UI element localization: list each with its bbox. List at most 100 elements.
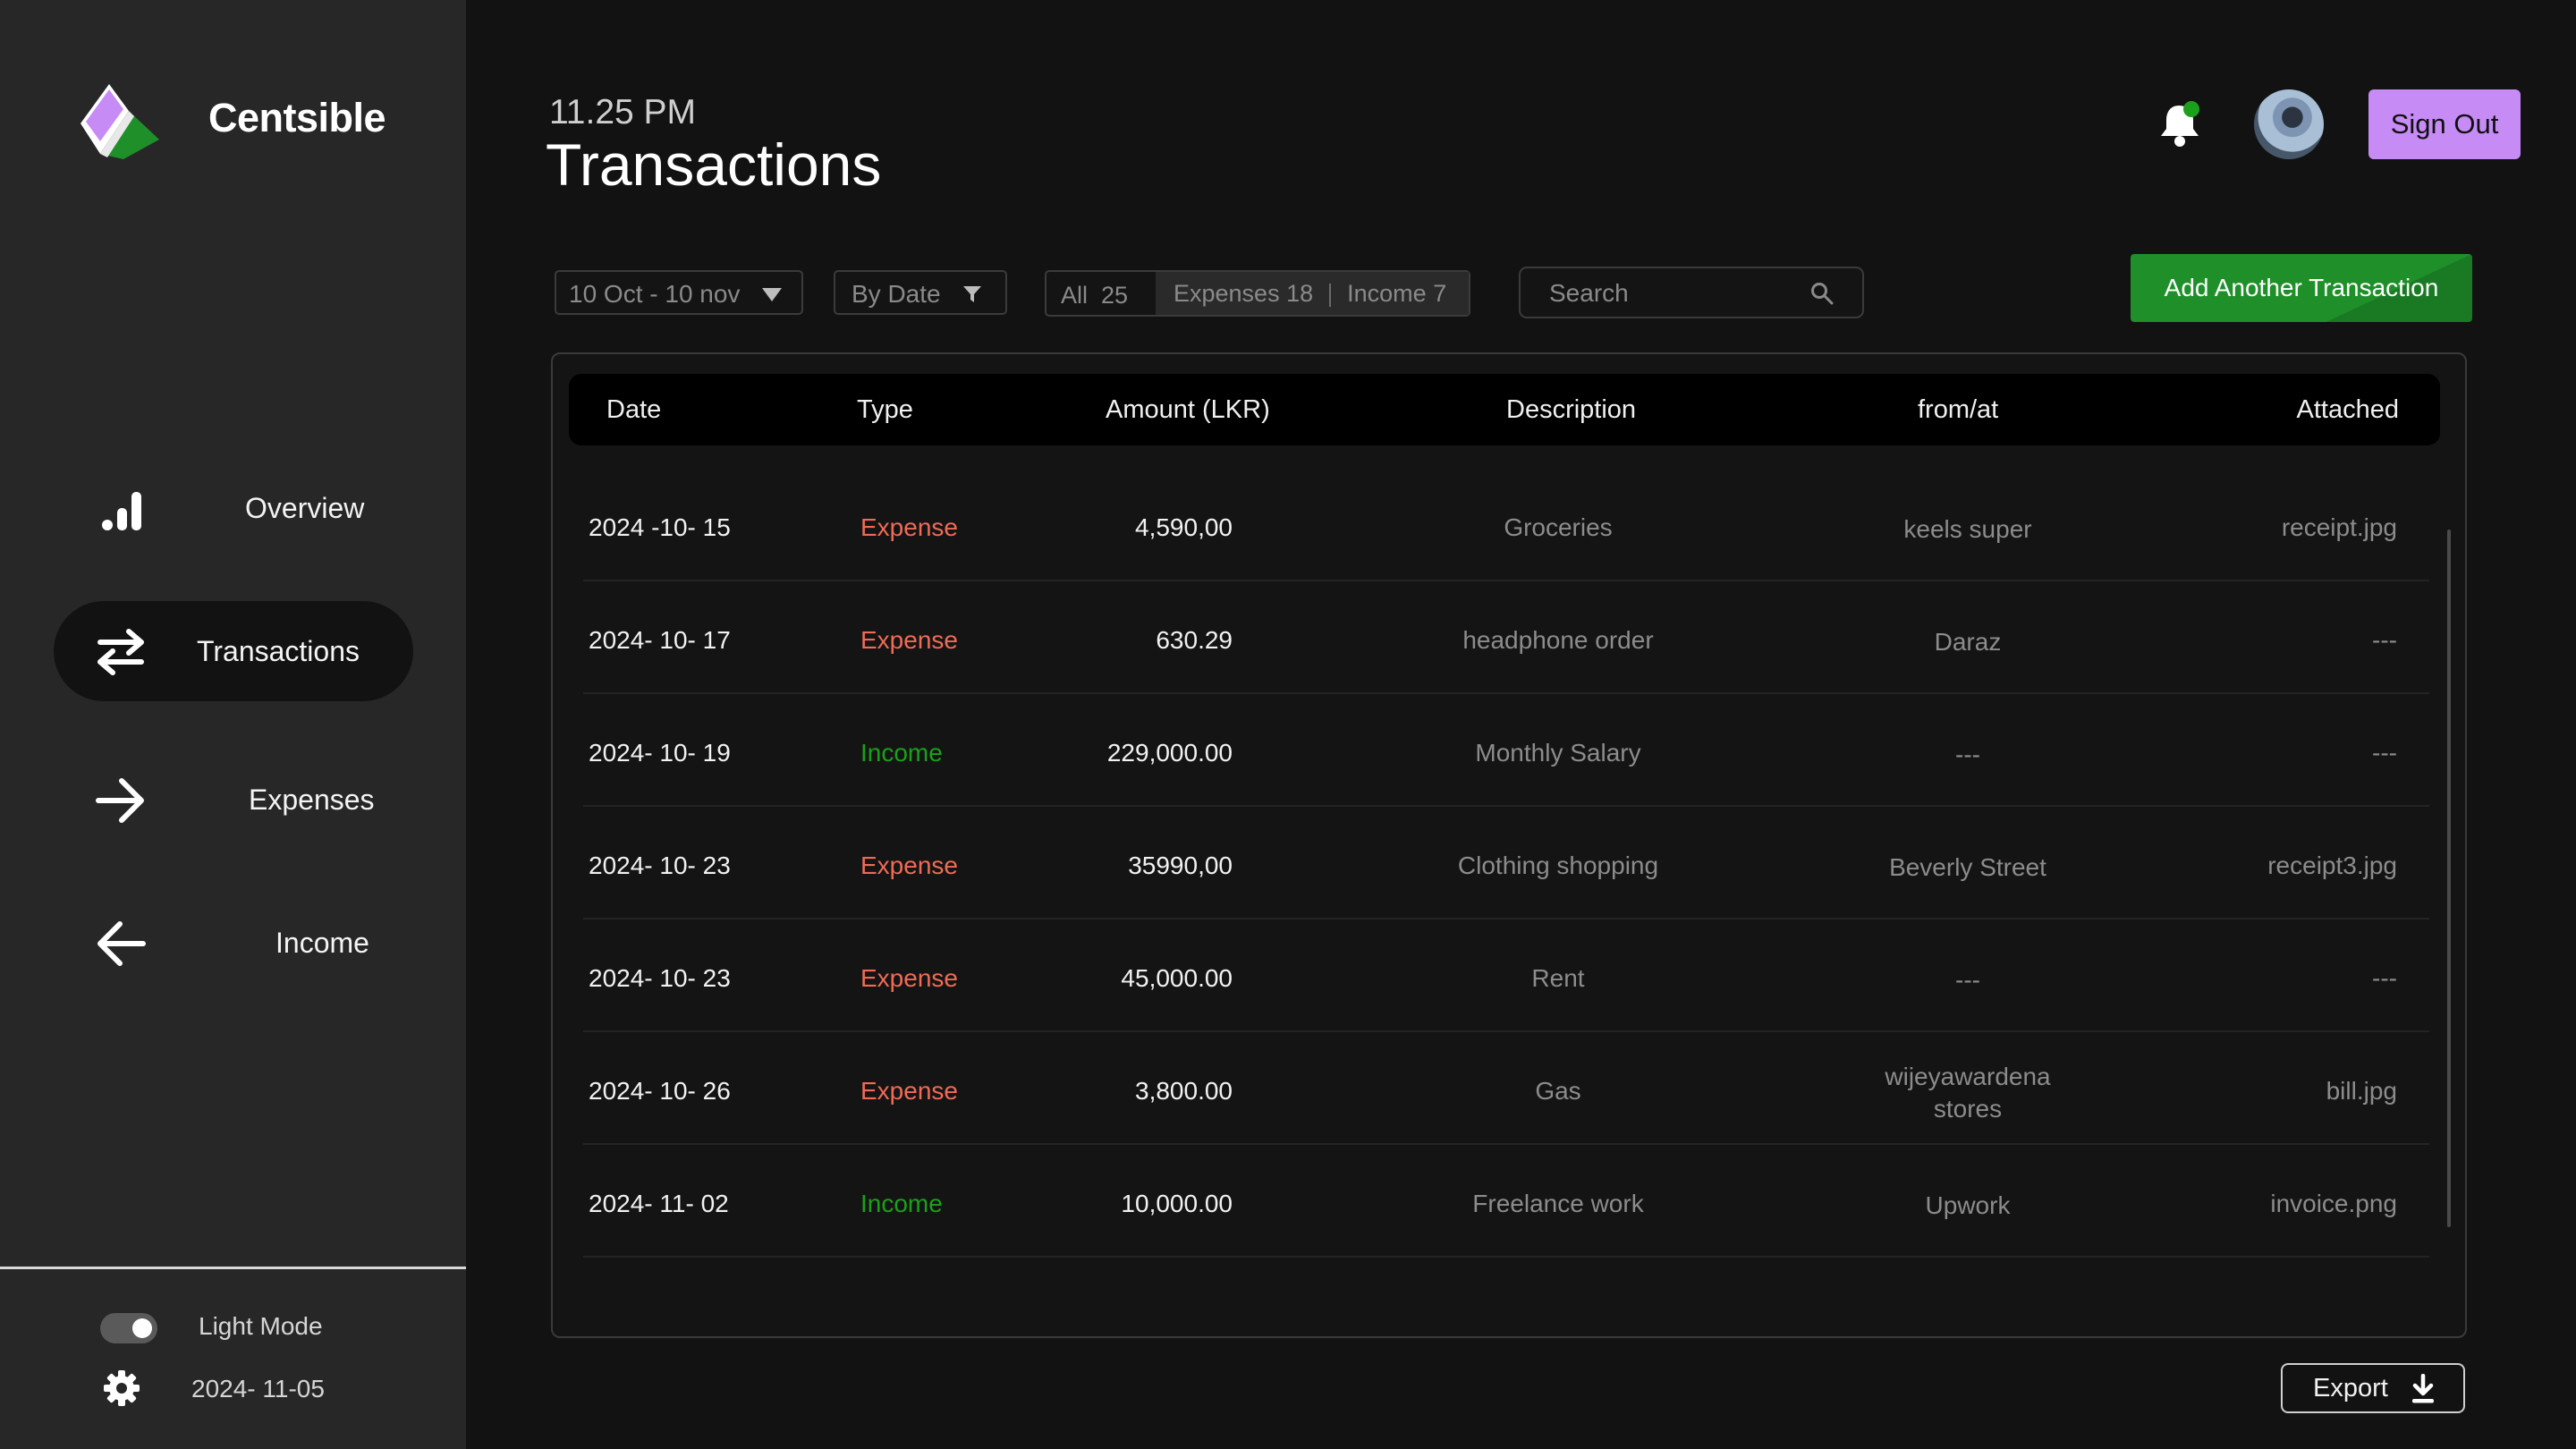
cell-amount: 10,000.00 [1121,1190,1233,1217]
download-icon [2412,1374,2434,1403]
cell-type: Expense [860,852,958,879]
cell-date: 2024- 10- 23 [589,852,731,879]
cell-from: Upwork [1925,1191,2011,1219]
sidebar-item-label: Transactions [197,635,360,667]
table-row[interactable]: 2024- 11- 02 Income 10,000.00 Freelance … [583,1143,2429,1258]
segment-expenses-count: 18 [1286,280,1314,307]
cell-from: Daraz [1934,628,2002,656]
segment-income-label: Income [1347,280,1427,307]
cell-type: Income [860,739,943,767]
table-row[interactable]: 2024- 10- 26 Expense 3,800.00 Gas wijeya… [583,1030,2429,1145]
gear-icon[interactable] [102,1368,141,1408]
column-header-description: Description [1506,395,1637,424]
bar-chart-icon [102,492,141,530]
sidebar-item-label: Overview [245,492,365,524]
segment-expenses[interactable]: Expenses 18 [1174,280,1313,307]
arrow-left-icon [97,921,146,966]
column-header-date: Date [606,395,662,424]
attachment-link: --- [2372,626,2397,654]
table-row[interactable]: 2024- 10- 19 Income 229,000.00 Monthly S… [583,692,2429,807]
cell-from: wijeyawardena stores [1885,1063,2051,1123]
cell-amount: 35990,00 [1128,852,1233,879]
date-range-value: 10 Oct - 10 nov [569,280,741,308]
cell-description: headphone order [1462,626,1654,654]
table-scrollbar[interactable] [2447,530,2451,1227]
cell-type: Income [860,1190,943,1217]
add-transaction-button[interactable]: Add Another Transaction [2131,254,2472,322]
type-segmented-control: All 25 Expenses 18 Income 7 [1045,270,1470,317]
segment-group: Expenses 18 Income 7 [1156,272,1469,315]
segment-income[interactable]: Income 7 [1347,280,1446,307]
avatar[interactable] [2254,89,2324,159]
cell-amount: 630.29 [1156,626,1233,654]
cell-date: 2024- 10- 26 [589,1077,731,1105]
cell-date: 2024 -10- 15 [589,513,731,541]
sidebar: Centsible Overview Transactions Expenses… [0,0,466,1449]
cell-description: Gas [1535,1077,1581,1105]
arrow-right-icon [96,778,144,823]
date-range-dropdown[interactable]: 10 Oct - 10 nov [555,270,803,315]
swap-arrows-icon [97,629,144,675]
column-header-amount: Amount (LKR) [1106,395,1270,424]
brand-name: Centsible [208,95,386,140]
sidebar-item-income[interactable]: Income [54,893,413,993]
cell-date: 2024- 11- 02 [589,1190,729,1217]
cell-from: --- [1955,741,1980,768]
sort-value: By Date [852,280,941,308]
table-row[interactable]: 2024- 10- 23 Expense 35990,00 Clothing s… [583,805,2429,919]
cell-description: Rent [1531,964,1585,992]
table-row[interactable]: 2024- 10- 23 Expense 45,000.00 Rent --- … [583,918,2429,1032]
attachment-link[interactable]: invoice.png [2270,1190,2397,1218]
sidebar-item-overview[interactable]: Overview [54,458,413,558]
light-mode-toggle[interactable] [100,1313,157,1343]
cell-date: 2024- 10- 17 [589,626,731,654]
sidebar-item-transactions[interactable]: Transactions [54,601,413,701]
transactions-table: Date Type Amount (LKR) Description from/… [551,352,2467,1338]
attachment-link: --- [2372,964,2397,992]
cell-from: --- [1955,966,1980,994]
cell-date: 2024- 10- 19 [589,739,731,767]
sidebar-item-expenses[interactable]: Expenses [54,750,413,850]
table-row[interactable]: 2024- 10- 17 Expense 630.29 headphone or… [583,580,2429,694]
cell-description: Groceries [1504,513,1613,541]
attachment-link[interactable]: bill.jpg [2326,1077,2397,1106]
notification-bell-icon[interactable] [2157,97,2204,150]
table-header: Date Type Amount (LKR) Description from/… [569,374,2440,445]
export-label: Export [2313,1374,2388,1402]
sort-by-dropdown[interactable]: By Date [834,270,1007,315]
light-mode-label: Light Mode [199,1312,323,1340]
cell-amount: 4,590,00 [1135,513,1233,541]
segment-divider [1329,283,1332,307]
sidebar-item-label: Expenses [249,784,375,816]
segment-all-count: 25 [1101,282,1129,309]
attachment-link[interactable]: receipt.jpg [2282,513,2397,542]
cell-amount: 3,800.00 [1135,1077,1233,1105]
segment-all[interactable]: All 25 [1046,272,1156,315]
current-time: 11.25 PM [549,93,697,131]
filter-icon [963,286,981,302]
cell-type: Expense [860,513,958,541]
column-header-type: Type [857,395,913,424]
search-input[interactable] [1547,275,1810,311]
notification-dot [2183,101,2199,117]
sidebar-date: 2024- 11-05 [191,1375,325,1402]
attachment-link: --- [2372,739,2397,767]
table-row[interactable]: 2024 -10- 15 Expense 4,590,00 Groceries … [583,467,2429,581]
column-header-attached: Attached [2296,395,2399,424]
attachment-link[interactable]: receipt3.jpg [2267,852,2397,880]
segment-all-label: All [1061,282,1089,309]
column-header-from: from/at [1918,395,1999,424]
sign-out-button[interactable]: Sign Out [2368,89,2521,159]
search-icon[interactable] [1810,282,1834,305]
segment-income-count: 7 [1433,280,1447,307]
cell-type: Expense [860,964,958,992]
segment-expenses-label: Expenses [1174,280,1280,307]
sidebar-item-label: Income [275,927,369,959]
cell-amount: 229,000.00 [1106,739,1233,767]
cell-from: keels super [1903,515,2032,543]
export-button[interactable]: Export [2281,1363,2465,1413]
cell-type: Expense [860,626,958,654]
cell-amount: 45,000.00 [1121,964,1233,992]
cell-from: Beverly Street [1889,853,2046,881]
sidebar-divider [0,1267,466,1269]
